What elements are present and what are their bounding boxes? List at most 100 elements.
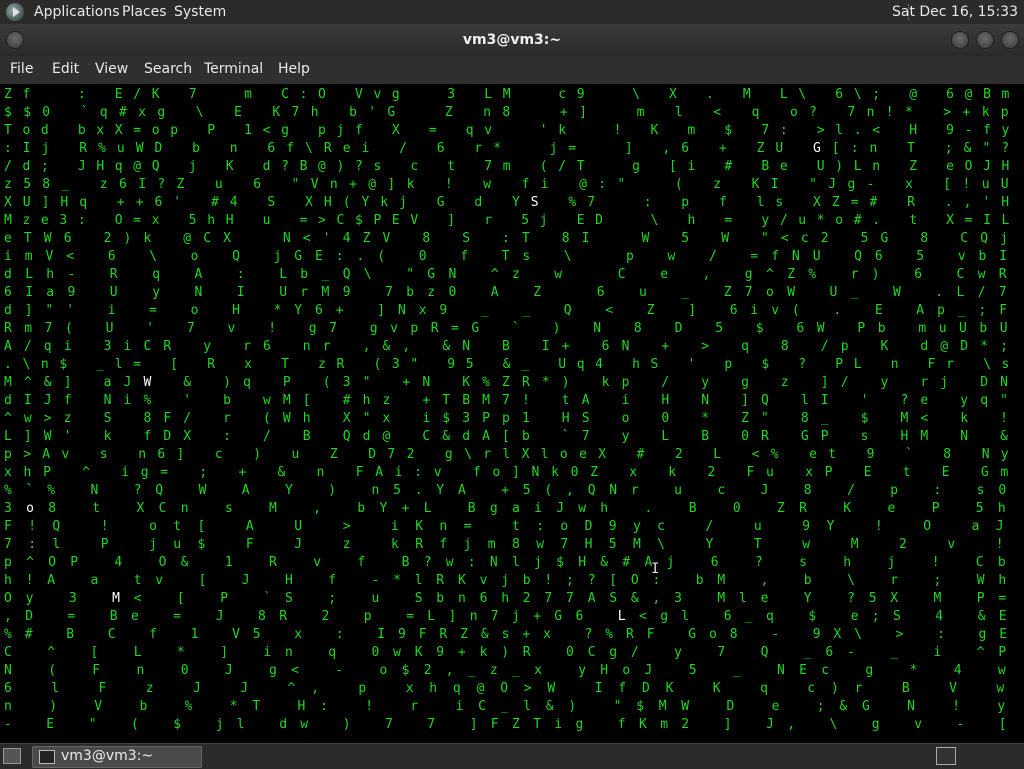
- taskbar-window-button[interactable]: vm3@vm3:~: [32, 746, 202, 768]
- matrix-char: r: [854, 681, 863, 696]
- matrix-char: j: [1000, 231, 1008, 246]
- matrix-char: R: [269, 555, 277, 570]
- matrix-char: s: [522, 249, 531, 264]
- matrix-char: i: [540, 177, 549, 192]
- matrix-char: <: [262, 123, 271, 138]
- matrix-char: m: [24, 249, 33, 264]
- matrix-char: ?: [900, 393, 909, 408]
- matrix-char: +: [401, 501, 410, 516]
- places-menu[interactable]: Places: [122, 4, 167, 20]
- matrix-char: o: [621, 411, 630, 426]
- close-button[interactable]: [1001, 31, 1019, 49]
- matrix-char: d: [22, 159, 31, 174]
- matrix-char: ^: [287, 681, 296, 696]
- matrix-char: i: [123, 339, 132, 354]
- clock[interactable]: Sat Dec 16, 15:33: [892, 4, 1018, 20]
- matrix-char: k: [380, 195, 389, 210]
- maximize-button[interactable]: [976, 31, 994, 49]
- matrix-char: *: [816, 213, 825, 228]
- matrix-char: y: [633, 519, 641, 534]
- matrix-char: e: [809, 447, 817, 462]
- matrix-char: !: [100, 519, 109, 534]
- matrix-char: 8: [512, 537, 520, 552]
- matrix-char: <: [605, 303, 614, 318]
- matrix-char: =: [299, 213, 308, 228]
- menu-search[interactable]: Search: [144, 61, 192, 77]
- matrix-char: :: [467, 555, 476, 570]
- workspace-switcher-icon[interactable]: [936, 747, 956, 765]
- matrix-char: 4: [114, 555, 123, 570]
- matrix-char: s: [501, 627, 510, 642]
- matrix-char: R: [799, 501, 807, 516]
- matrix-char: *: [273, 303, 282, 318]
- matrix-char: r: [484, 213, 493, 228]
- matrix-char: /: [847, 483, 855, 498]
- matrix-char: 8: [143, 411, 152, 426]
- matrix-char: ^: [766, 267, 774, 282]
- matrix-char: 4: [953, 663, 962, 678]
- matrix-char: Q: [232, 249, 240, 264]
- matrix-char: h: [4, 573, 12, 588]
- matrix-char: N: [907, 699, 915, 714]
- matrix-char: C: [975, 555, 984, 570]
- matrix-char: 8: [258, 609, 266, 624]
- minimize-button[interactable]: [951, 31, 969, 49]
- matrix-char: >: [318, 213, 326, 228]
- matrix-char: ,: [313, 501, 322, 516]
- matrix-char: ?: [809, 105, 817, 120]
- matrix-char: a: [971, 519, 980, 534]
- terminal-output[interactable]: Zf: E / K 7 m C: O Vv g 3 L Mc 9 \ X. M L \ 6 \; @6 @ Bm $ $0 ` q # x…: [0, 84, 1024, 743]
- matrix-char: E: [999, 627, 1008, 642]
- matrix-char: 9: [67, 285, 76, 300]
- matrix-char: :: [779, 123, 788, 138]
- matrix-char: u: [938, 321, 947, 336]
- menu-file[interactable]: File: [10, 61, 33, 77]
- matrix-char: 7: [998, 285, 1007, 300]
- matrix-char: M: [920, 429, 929, 444]
- menu-help[interactable]: Help: [278, 61, 310, 77]
- matrix-char: k: [601, 375, 610, 390]
- matrix-char: k: [406, 177, 415, 192]
- matrix-char: i: [107, 303, 116, 318]
- matrix-char: /: [23, 339, 32, 354]
- matrix-char: g: [660, 609, 669, 624]
- matrix-char: g: [157, 105, 166, 120]
- matrix-char: k: [479, 645, 488, 660]
- taskbar-window-label: vm3@vm3:~: [61, 748, 154, 764]
- window-titlebar[interactable]: vm3@vm3:~: [0, 24, 1024, 56]
- applications-menu[interactable]: Applications: [34, 4, 120, 20]
- matrix-char: L: [853, 159, 862, 174]
- show-desktop-icon[interactable]: [3, 748, 21, 764]
- matrix-char: P: [820, 429, 829, 444]
- matrix-char: W: [198, 483, 207, 498]
- matrix-char: x: [382, 411, 391, 426]
- matrix-char: !: [365, 699, 374, 714]
- matrix-char: V: [382, 231, 391, 246]
- matrix-char: r: [920, 375, 929, 390]
- matrix-char: ?: [133, 483, 142, 498]
- matrix-char: Q: [563, 303, 572, 318]
- matrix-char: m: [24, 321, 33, 336]
- menu-terminal[interactable]: Terminal: [204, 61, 263, 77]
- system-menu[interactable]: System: [174, 4, 226, 20]
- matrix-char: ": [410, 357, 419, 372]
- matrix-char: x: [534, 663, 542, 678]
- distro-logo-icon[interactable]: [6, 3, 24, 21]
- matrix-char: e: [771, 699, 780, 714]
- matrix-char: -: [771, 627, 780, 642]
- matrix-char: H: [909, 123, 918, 138]
- menu-edit[interactable]: Edit: [52, 61, 79, 77]
- matrix-char: n: [329, 177, 338, 192]
- matrix-char: S: [267, 195, 276, 210]
- matrix-char: K: [712, 681, 721, 696]
- matrix-char: M: [4, 375, 12, 390]
- matrix-char: *: [229, 699, 238, 714]
- matrix-char: p: [170, 123, 179, 138]
- matrix-char: X: [598, 447, 607, 462]
- matrix-char: =: [724, 213, 733, 228]
- matrix-char: k: [103, 429, 112, 444]
- menu-view[interactable]: View: [95, 61, 128, 77]
- matrix-char: s: [976, 483, 985, 498]
- matrix-char: /: [133, 87, 142, 102]
- matrix-char: [: [998, 717, 1007, 732]
